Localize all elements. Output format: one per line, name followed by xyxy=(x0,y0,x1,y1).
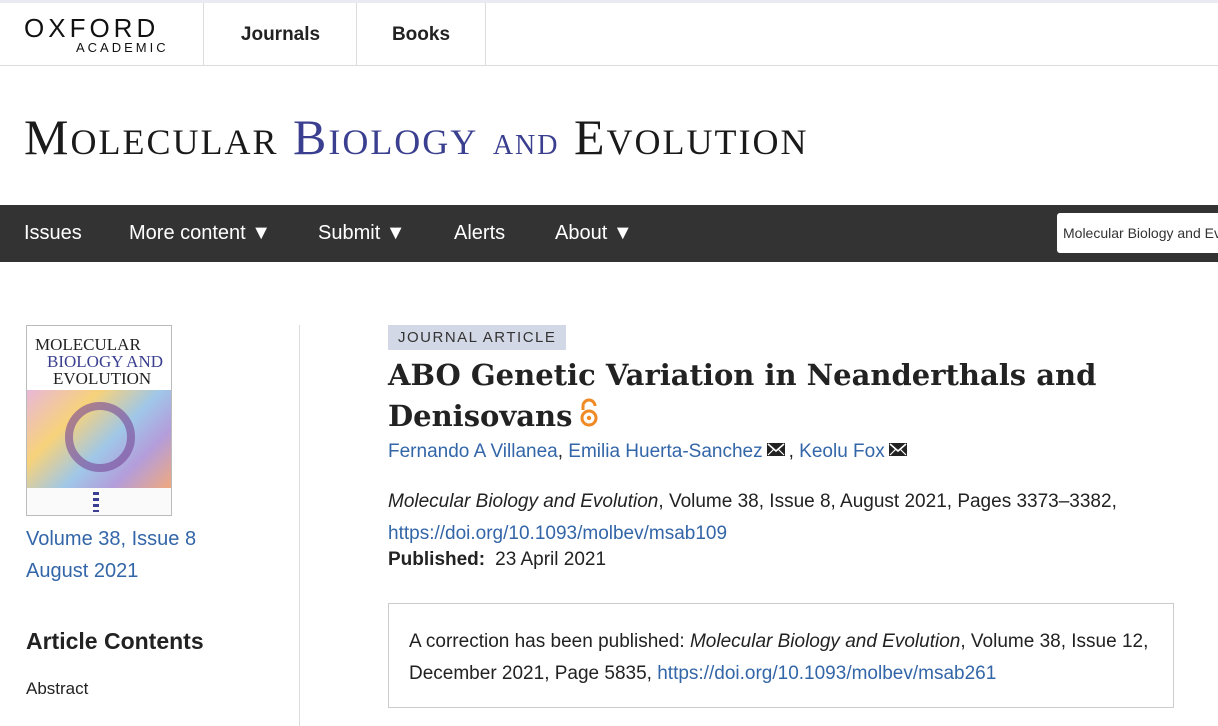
books-tab[interactable]: Books xyxy=(356,3,486,66)
masthead-word-and: AND xyxy=(492,130,560,161)
author-list: Fernando A Villanea, Emilia Huerta-Sanch… xyxy=(388,440,911,464)
published-label: Published: xyxy=(388,549,486,570)
envelope-icon[interactable] xyxy=(766,440,785,462)
issue-cover-image[interactable]: MOLECULAR BIOLOGY AND EVOLUTION xyxy=(26,325,172,516)
nav-more-content[interactable]: More content ▼ xyxy=(129,205,271,262)
journal-masthead[interactable]: MOLECULAR BIOLOGY AND EVOLUTION xyxy=(24,108,809,166)
author-link[interactable]: Keolu Fox xyxy=(799,441,885,462)
correction-journal: Molecular Biology and Evolution xyxy=(689,631,961,652)
journals-tab[interactable]: Journals xyxy=(203,3,357,66)
nav-issues[interactable]: Issues xyxy=(24,205,82,262)
contents-item-abstract[interactable]: Abstract xyxy=(26,679,88,699)
envelope-icon[interactable] xyxy=(888,440,907,462)
masthead-word-evolution: EVOLUTION xyxy=(573,109,809,165)
cover-title: MOLECULAR BIOLOGY AND EVOLUTION xyxy=(35,335,164,388)
masthead-word-biology: BIOLOGY xyxy=(292,109,479,165)
nav-about[interactable]: About ▼ xyxy=(555,205,633,262)
author-link[interactable]: Emilia Huerta-Sanchez xyxy=(568,441,762,462)
sidebar-divider xyxy=(299,325,300,726)
issue-date-link[interactable]: August 2021 xyxy=(26,560,138,583)
cover-footer xyxy=(27,488,171,515)
citation-details: , Volume 38, Issue 8, August 2021, Pages… xyxy=(658,491,1117,512)
published-line: Published: 23 April 2021 xyxy=(388,549,606,571)
article-contents-heading: Article Contents xyxy=(26,628,204,654)
oxford-academic-logo[interactable]: OXFORD ACADEMIC xyxy=(24,15,174,55)
search-scope-select[interactable]: Molecular Biology and Evolution xyxy=(1057,213,1218,253)
doi-link[interactable]: https://doi.org/10.1093/molbev/msab109 xyxy=(388,523,727,544)
nav-submit[interactable]: Submit ▼ xyxy=(318,205,406,262)
issue-link[interactable]: Volume 38, Issue 8 xyxy=(26,528,196,551)
logo-sub-text: ACADEMIC xyxy=(76,40,169,55)
published-date: 23 April 2021 xyxy=(495,549,607,570)
citation: Molecular Biology and Evolution, Volume … xyxy=(388,486,1148,550)
cover-bullet-list xyxy=(93,492,99,512)
main-nav: Issues More content ▼ Submit ▼ Alerts Ab… xyxy=(0,205,1218,262)
cover-ring-graphic xyxy=(65,402,135,472)
correction-doi-link[interactable]: https://doi.org/10.1093/molbev/msab261 xyxy=(657,663,996,684)
nav-alerts[interactable]: Alerts xyxy=(454,205,505,262)
masthead-word-molecular: MOLECULAR xyxy=(24,109,279,165)
article-type-badge: JOURNAL ARTICLE xyxy=(388,325,567,350)
author-link[interactable]: Fernando A Villanea xyxy=(388,441,558,462)
correction-notice: A correction has been published: Molecul… xyxy=(388,603,1174,708)
citation-journal: Molecular Biology and Evolution xyxy=(388,491,659,512)
article-title: ABO Genetic Variation in Neanderthals an… xyxy=(388,355,1108,439)
open-access-icon xyxy=(578,398,600,439)
top-bar: OXFORD ACADEMIC Journals Books xyxy=(0,0,1218,66)
logo-main-text: OXFORD xyxy=(24,13,160,43)
